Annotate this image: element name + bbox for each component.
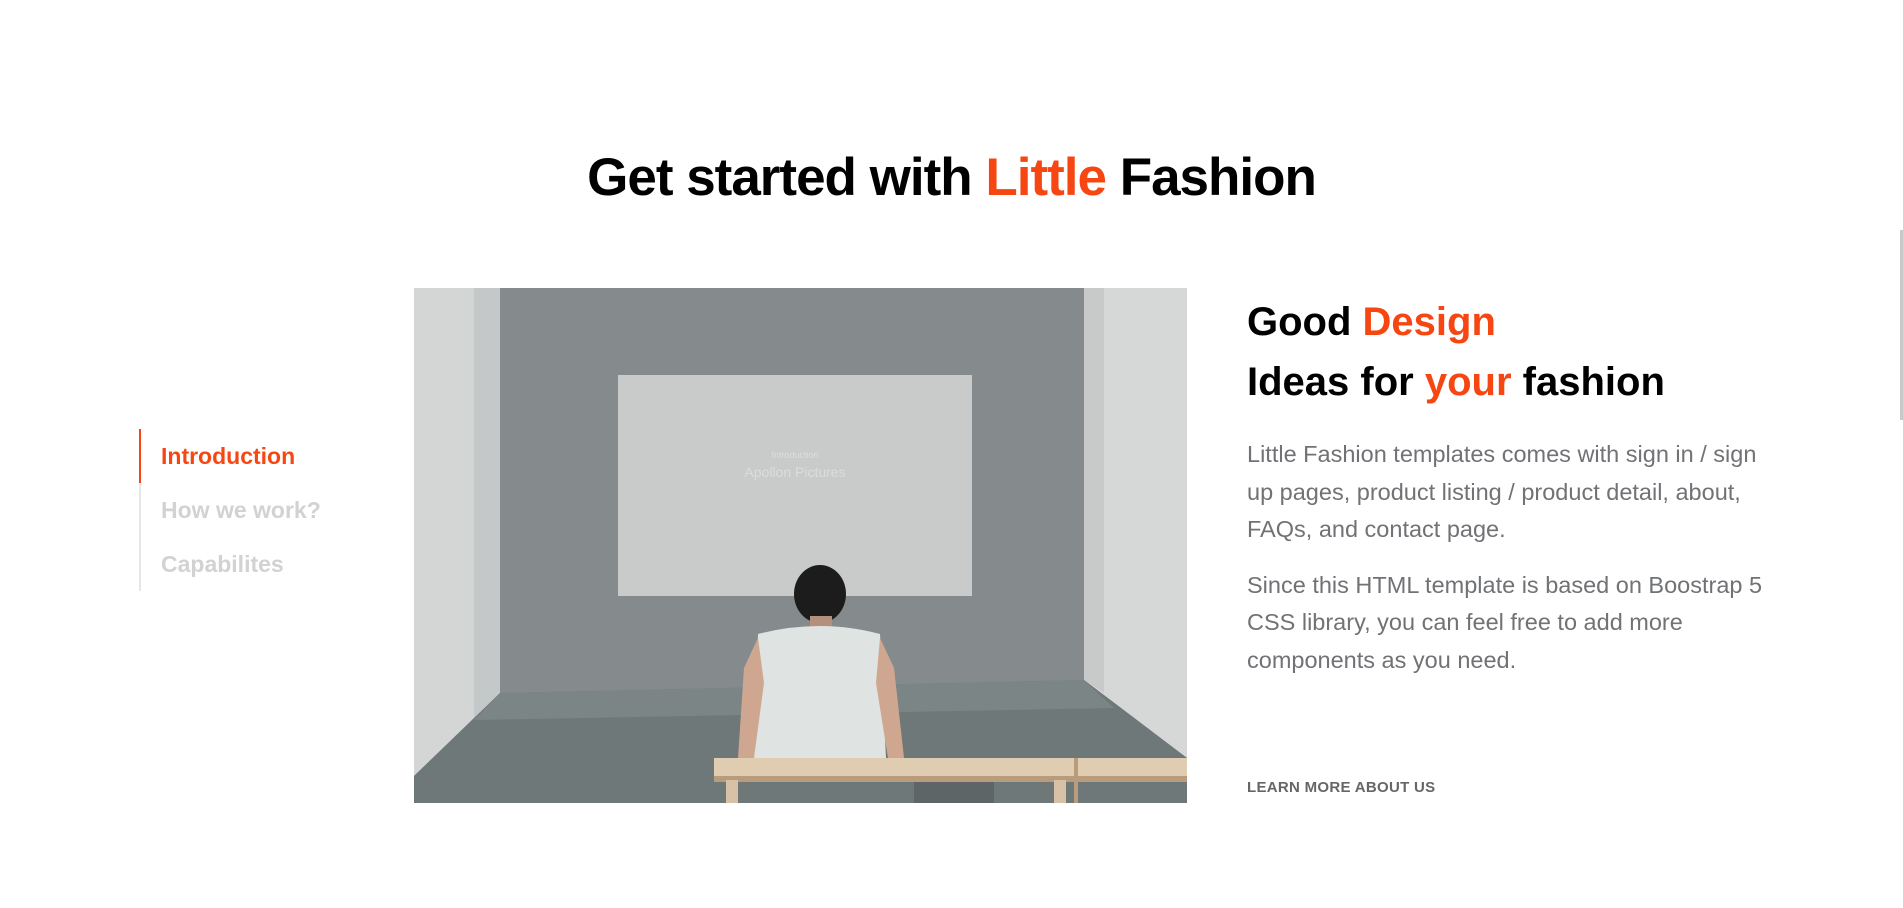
heading-line1-start: Good xyxy=(1247,300,1363,344)
content-paragraph-2: Since this HTML template is based on Boo… xyxy=(1247,571,1763,673)
content-heading: Good Design Ideas for your fashion xyxy=(1247,292,1767,412)
heading-line2-start: Ideas for xyxy=(1247,360,1425,404)
heading-line1-accent: Design xyxy=(1362,300,1496,344)
intro-video[interactable]: Introduction Apollon Pictures xyxy=(414,288,1187,803)
content-paragraph-1: Little Fashion templates comes with sign… xyxy=(1247,441,1757,542)
learn-more-link[interactable]: LEARN MORE ABOUT US xyxy=(1247,779,1435,796)
section-title-accent: Little xyxy=(985,148,1107,207)
section-title-end: Fashion xyxy=(1105,148,1317,207)
heading-line2-accent: your xyxy=(1424,360,1512,404)
section-title: Get started with Little Fashion xyxy=(0,142,1903,214)
screen-caption-large: Apollon Pictures xyxy=(744,464,845,480)
intro-content: Good Design Ideas for your fashion Littl… xyxy=(1247,292,1767,679)
tab-nav: Introduction How we work? Capabilites xyxy=(139,429,361,591)
tab-capabilites[interactable]: Capabilites xyxy=(141,537,361,591)
tab-introduction[interactable]: Introduction xyxy=(139,429,361,483)
page: Get started with Little Fashion Introduc… xyxy=(0,0,1903,908)
heading-line2-end: fashion xyxy=(1511,360,1665,404)
tab-how-we-work[interactable]: How we work? xyxy=(141,483,361,537)
gallery-scene-image: Introduction Apollon Pictures xyxy=(414,288,1187,803)
section-title-start: Get started with xyxy=(587,148,986,207)
screen-caption-small: Introduction xyxy=(771,450,818,460)
